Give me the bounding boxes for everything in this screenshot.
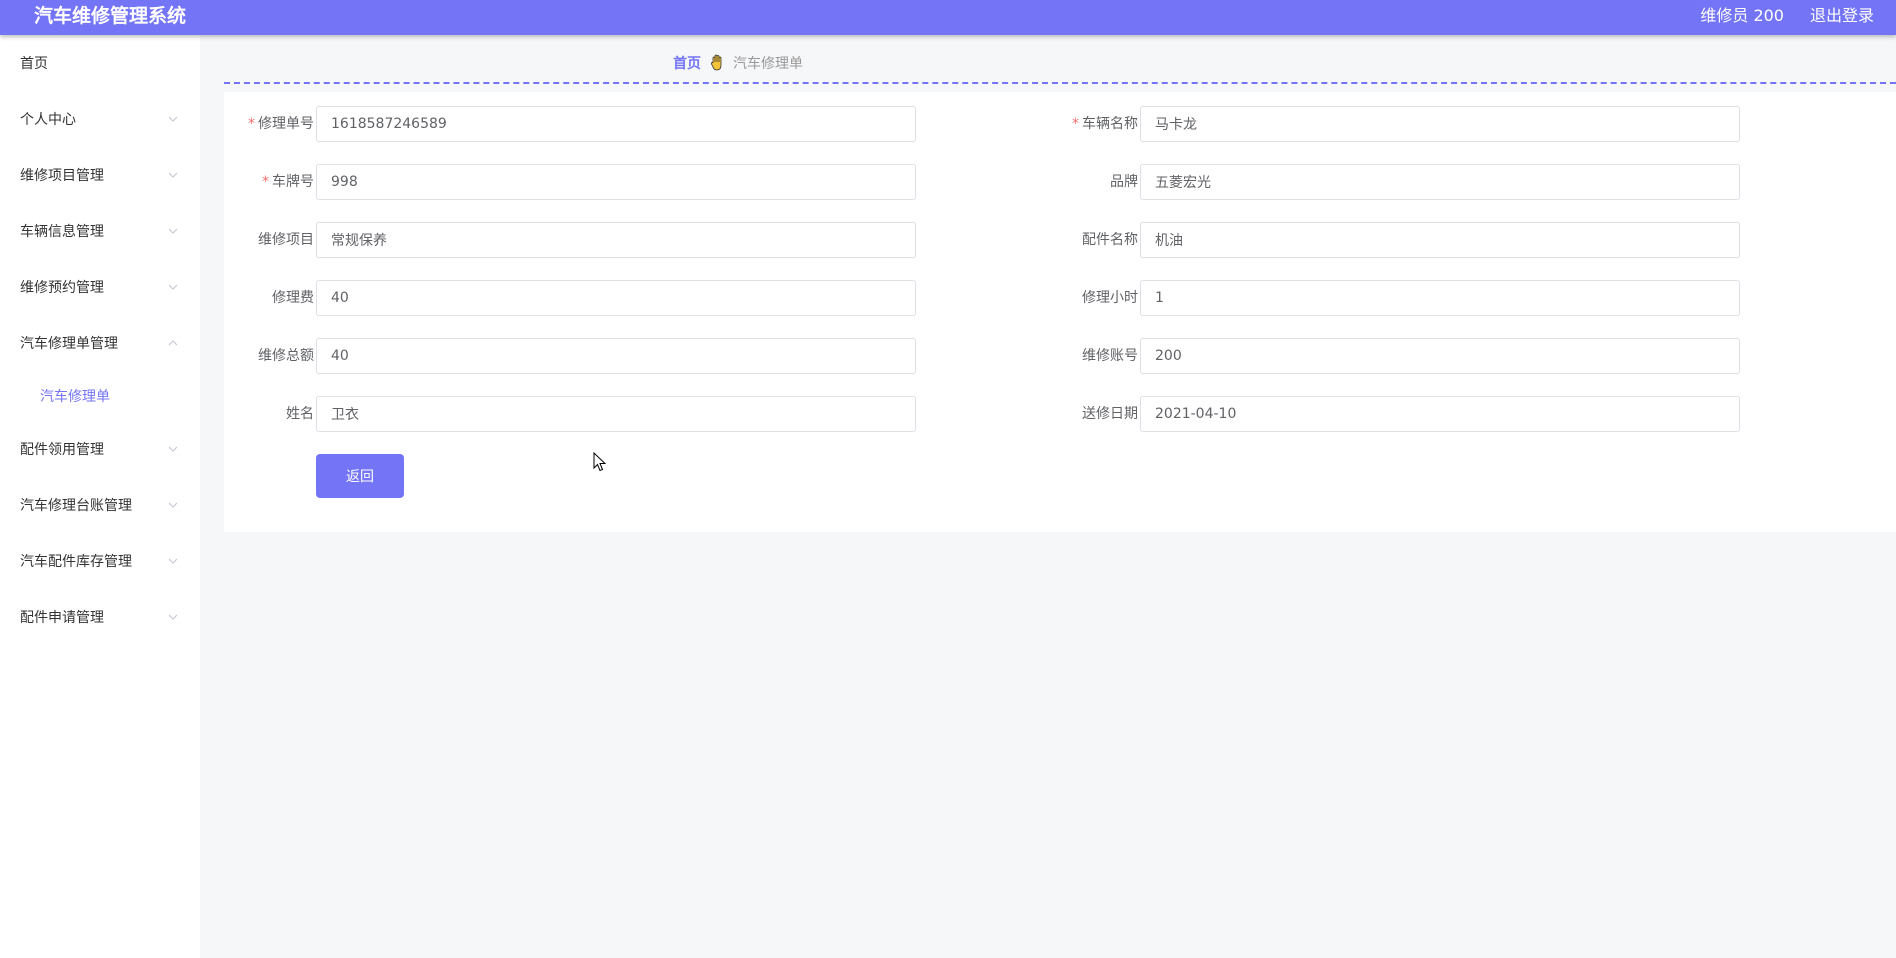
chevron-down-icon (168, 228, 178, 234)
field-label-name: 姓名 (286, 406, 314, 422)
sidebar-item-label: 配件申请管理 (20, 610, 104, 626)
part-name-input[interactable] (1140, 222, 1740, 258)
field-label-repair-hours: 修理小时 (1082, 290, 1138, 306)
breadcrumb-divider (224, 82, 1896, 84)
sidebar-item-label: 首页 (20, 56, 48, 72)
field-label-repair-account: 维修账号 (1082, 348, 1138, 364)
chevron-down-icon (168, 614, 178, 620)
chevron-down-icon (168, 446, 178, 452)
sidebar-item-label: 汽车修理单管理 (20, 336, 118, 352)
breadcrumb-home-link[interactable]: 首页 (673, 53, 701, 73)
field-label-repair-fee: 修理费 (272, 290, 314, 306)
field-label-plate-no: * 车牌号 (262, 174, 314, 190)
breadcrumb: 首页 汽车修理单 (673, 53, 803, 73)
sidebar-item-parts-usage[interactable]: 配件领用管理 (0, 421, 200, 477)
chevron-up-icon (168, 340, 178, 346)
sidebar-item-vehicle-info[interactable]: 车辆信息管理 (0, 203, 200, 259)
sidebar-subitem-label: 汽车修理单 (40, 389, 110, 405)
top-header: 汽车维修管理系统 维修员 200 退出登录 (0, 0, 1896, 35)
chevron-down-icon (168, 284, 178, 290)
field-label-repair-order-no: * 修理单号 (248, 116, 314, 132)
chevron-down-icon (168, 172, 178, 178)
required-mark: * (248, 116, 255, 132)
required-mark: * (1072, 116, 1079, 132)
field-label-part-name: 配件名称 (1082, 232, 1138, 248)
sidebar-item-label: 个人中心 (20, 112, 76, 128)
repair-order-no-input[interactable] (316, 106, 916, 142)
field-label-brand: 品牌 (1110, 174, 1138, 190)
field-label-repair-total: 维修总额 (258, 348, 314, 364)
service-date-input[interactable] (1140, 396, 1740, 432)
app-title: 汽车维修管理系统 (34, 5, 187, 27)
sidebar-item-personal-center[interactable]: 个人中心 (0, 91, 200, 147)
chevron-down-icon (168, 502, 178, 508)
sidebar-item-repair-appointment[interactable]: 维修预约管理 (0, 259, 200, 315)
sidebar-item-parts-inventory[interactable]: 汽车配件库存管理 (0, 533, 200, 589)
sidebar-item-label: 配件领用管理 (20, 442, 104, 458)
sidebar-item-repair-project[interactable]: 维修项目管理 (0, 147, 200, 203)
required-mark: * (262, 174, 269, 190)
hand-gesture-icon (710, 54, 722, 71)
field-label-repair-item: 维修项目 (258, 232, 314, 248)
sidebar-item-repair-order-mgmt[interactable]: 汽车修理单管理 (0, 315, 200, 371)
breadcrumb-current: 汽车修理单 (733, 56, 803, 72)
mouse-cursor-icon (593, 452, 607, 472)
sidebar-subitem-repair-order[interactable]: 汽车修理单 (0, 371, 200, 421)
sidebar-item-label: 维修预约管理 (20, 280, 104, 296)
field-label-vehicle-name: * 车辆名称 (1072, 116, 1138, 132)
repair-fee-input[interactable] (316, 280, 916, 316)
brand-input[interactable] (1140, 164, 1740, 200)
sidebar-item-parts-request[interactable]: 配件申请管理 (0, 589, 200, 645)
repair-order-form: *修理单号 *车辆名称 *车牌号 品牌 维修项目 配件名称 修理费 修理小时 维… (224, 92, 1896, 532)
sidebar-item-label: 车辆信息管理 (20, 224, 104, 240)
field-label-service-date: 送修日期 (1082, 406, 1138, 422)
repair-total-input[interactable] (316, 338, 916, 374)
chevron-down-icon (168, 116, 178, 122)
sidebar-item-repair-ledger[interactable]: 汽车修理台账管理 (0, 477, 200, 533)
chevron-down-icon (168, 558, 178, 564)
sidebar-item-home[interactable]: 首页 (0, 35, 200, 91)
sidebar-menu: 首页 个人中心 维修项目管理 车辆信息管理 维修预约管理 汽车修理单管理 汽车修… (0, 35, 200, 958)
repair-hours-input[interactable] (1140, 280, 1740, 316)
plate-no-input[interactable] (316, 164, 916, 200)
logout-link[interactable]: 退出登录 (1810, 5, 1874, 27)
repair-account-input[interactable] (1140, 338, 1740, 374)
sidebar-item-label: 汽车配件库存管理 (20, 554, 132, 570)
current-user-label: 维修员 200 (1700, 6, 1784, 25)
back-button[interactable]: 返回 (316, 454, 404, 498)
vehicle-name-input[interactable] (1140, 106, 1740, 142)
sidebar-item-label: 汽车修理台账管理 (20, 498, 132, 514)
name-input[interactable] (316, 396, 916, 432)
sidebar-item-label: 维修项目管理 (20, 168, 104, 184)
repair-item-input[interactable] (316, 222, 916, 258)
